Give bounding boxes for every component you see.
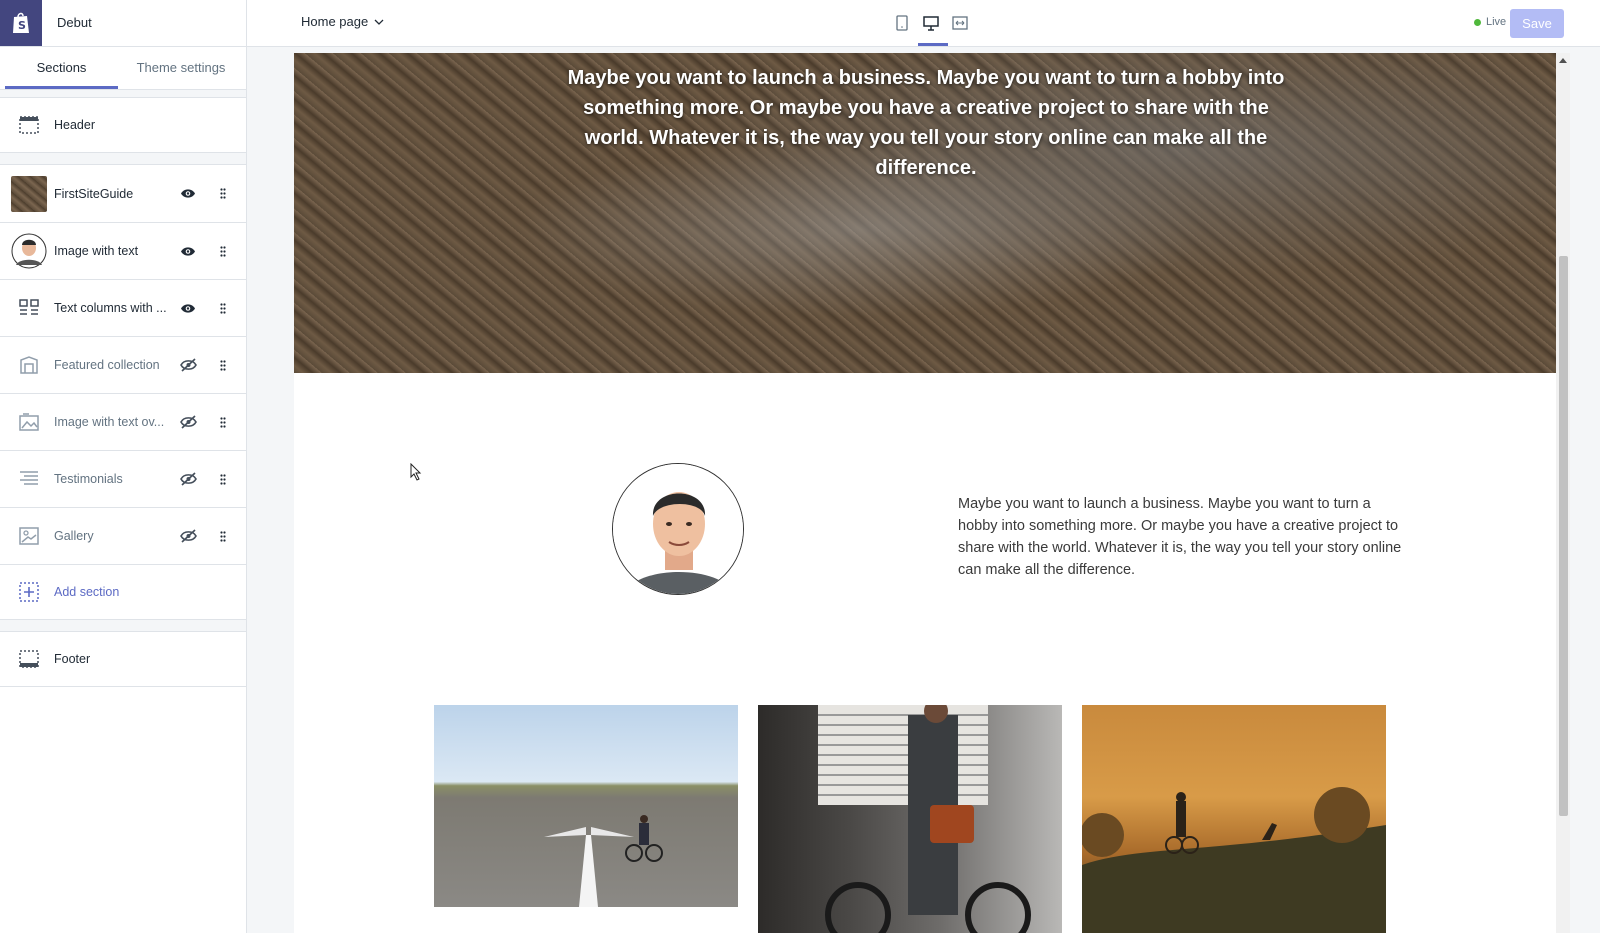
shopify-bag-icon: S — [13, 12, 29, 33]
section-header[interactable]: Header — [0, 98, 246, 153]
gallery-image-sunset-rider — [1082, 705, 1386, 933]
group-spacer — [0, 90, 246, 98]
top-bar: S Debut Home page Live Save — [0, 0, 1600, 47]
eye-icon[interactable] — [179, 184, 197, 202]
eye-icon[interactable] — [179, 242, 197, 260]
tab-theme-settings[interactable]: Theme settings — [121, 47, 241, 89]
add-section-label: Add section — [54, 585, 120, 599]
hero-image-banner: Maybe you want to launch a business. May… — [294, 53, 1557, 373]
drag-handle-icon[interactable] — [217, 185, 229, 201]
svg-text:S: S — [18, 19, 26, 32]
live-dot — [1474, 18, 1481, 26]
drag-handle-icon[interactable] — [217, 471, 229, 487]
collection-icon — [11, 347, 47, 383]
header-layout-icon — [11, 107, 47, 143]
section-image-with-text-overlay[interactable]: Image with text ov... — [0, 394, 246, 451]
chevron-down-icon — [374, 19, 384, 25]
scroll-up-arrow-icon[interactable] — [1559, 58, 1567, 63]
portrait-image — [612, 463, 744, 595]
eye-icon[interactable] — [179, 299, 197, 317]
section-featured-collection[interactable]: Featured collection — [0, 337, 246, 394]
section-label: Gallery — [54, 529, 94, 543]
drag-handle-icon[interactable] — [217, 243, 229, 259]
theme-name: Debut — [57, 15, 92, 30]
sidebar-tabs: Sections Theme settings — [0, 47, 246, 90]
text-columns-icon — [11, 290, 47, 326]
image-with-text-body: Maybe you want to launch a business. May… — [958, 496, 1402, 578]
eye-hidden-icon[interactable] — [179, 356, 197, 374]
image-overlay-icon — [11, 404, 47, 440]
hero-text: Maybe you want to launch a business. May… — [567, 67, 1285, 179]
group-spacer — [0, 620, 246, 632]
gallery-image-runway — [434, 705, 738, 907]
testimonials-icon — [11, 461, 47, 497]
eye-hidden-icon[interactable] — [179, 527, 197, 545]
device-toggle-group — [893, 13, 969, 33]
section-testimonials[interactable]: Testimonials — [0, 451, 246, 508]
eye-hidden-icon[interactable] — [179, 413, 197, 431]
page-select-label: Home page — [301, 14, 369, 29]
live-label: Live — [1486, 16, 1507, 28]
theme-preview-frame: Maybe you want to launch a business. May… — [294, 53, 1557, 933]
gallery-icon — [11, 518, 47, 554]
section-label: Image with text ov... — [54, 415, 165, 429]
footer-layout-icon — [11, 641, 47, 677]
drag-handle-icon[interactable] — [217, 357, 229, 373]
preview-scrollbar[interactable] — [1556, 53, 1570, 933]
section-label: Text columns with ... — [54, 301, 167, 315]
drag-handle-icon[interactable] — [217, 414, 229, 430]
live-status: Live — [1474, 16, 1506, 28]
drag-handle-icon[interactable] — [217, 528, 229, 544]
page-select-dropdown[interactable]: Home page — [301, 14, 384, 29]
fullscreen-view-icon[interactable] — [951, 13, 969, 33]
gallery-image-man-bike — [758, 705, 1062, 933]
section-footer[interactable]: Footer — [0, 632, 246, 687]
sections-sidebar: Sections Theme settings Header FirstSite… — [0, 47, 246, 933]
eye-hidden-icon[interactable] — [179, 470, 197, 488]
drag-handle-icon[interactable] — [217, 300, 229, 316]
section-label: Header — [54, 118, 95, 132]
add-section-button[interactable]: Add section — [0, 565, 246, 620]
scrollbar-thumb[interactable] — [1559, 256, 1568, 816]
add-section-icon — [11, 574, 47, 610]
active-device-indicator — [918, 43, 948, 46]
save-button[interactable]: Save — [1510, 9, 1564, 38]
section-firstsiteguide[interactable]: FirstSiteGuide — [0, 165, 246, 223]
section-label: Featured collection — [54, 358, 160, 372]
section-label: Image with text — [54, 244, 139, 258]
desktop-view-icon[interactable] — [922, 13, 940, 33]
section-label: Testimonials — [54, 472, 123, 486]
sidebar-divider — [246, 0, 247, 933]
section-label: Footer — [54, 652, 91, 666]
section-gallery[interactable]: Gallery — [0, 508, 246, 565]
mouse-cursor-icon — [410, 462, 422, 486]
section-text-columns[interactable]: Text columns with ... — [0, 280, 246, 337]
thumbnail-portrait — [11, 233, 47, 269]
shopify-logo[interactable]: S — [0, 0, 42, 46]
section-label: FirstSiteGuide — [54, 186, 134, 201]
tab-sections[interactable]: Sections — [5, 47, 118, 89]
section-image-with-text[interactable]: Image with text — [0, 223, 246, 280]
mobile-view-icon[interactable] — [893, 13, 911, 33]
thumbnail-image — [11, 175, 47, 212]
group-spacer — [0, 153, 246, 165]
